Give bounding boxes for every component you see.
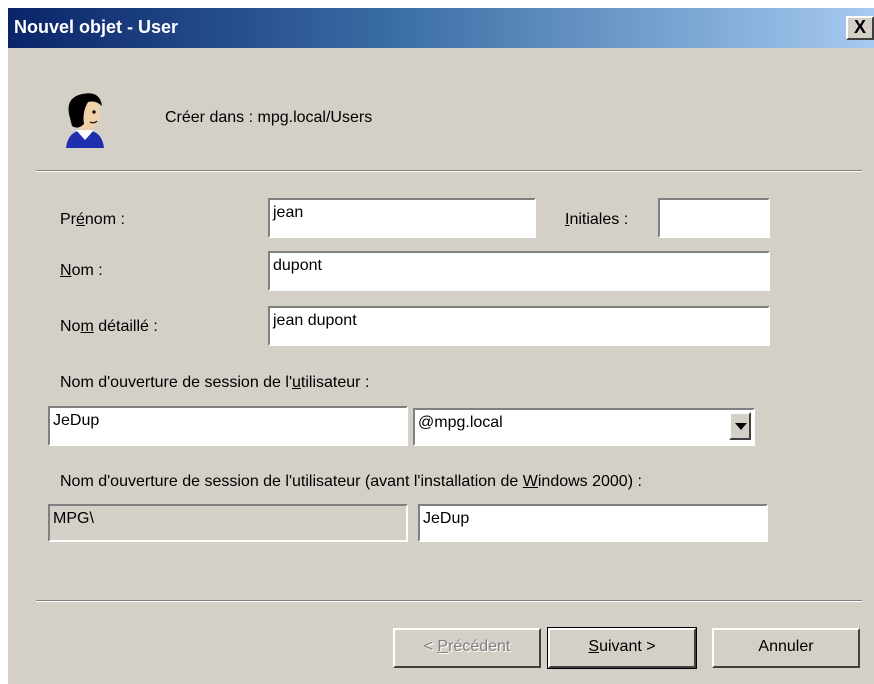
logon-name-label: Nom d'ouverture de session de l'utilisat… <box>60 374 370 391</box>
close-icon: X <box>853 17 866 37</box>
new-user-dialog: Nouvel objet - User X Créer dans : mpg.l… <box>8 8 874 684</box>
user-icon <box>66 93 104 148</box>
full-name-label: Nom détaillé : <box>60 318 158 335</box>
create-in-text: Créer dans : mpg.local/Users <box>165 109 372 127</box>
chevron-down-icon[interactable] <box>729 412 751 440</box>
title-bar[interactable]: Nouvel objet - User X <box>8 8 874 48</box>
pre-win2000-label: Nom d'ouverture de session de l'utilisat… <box>60 473 642 490</box>
top-separator <box>36 170 862 172</box>
pre-win2000-logon-input[interactable]: JeDup <box>418 504 768 542</box>
domain-select[interactable]: @mpg.local <box>413 408 755 446</box>
pre-win2000-domain-field: MPG\ <box>48 504 408 542</box>
cancel-button[interactable]: Annuler <box>712 628 860 668</box>
create-in-label: Créer dans : <box>165 109 254 126</box>
initials-label: Initiales : <box>565 211 629 228</box>
first-name-input[interactable]: jean <box>268 198 536 238</box>
close-button[interactable]: X <box>846 16 874 40</box>
initials-input[interactable] <box>658 198 770 238</box>
full-name-input[interactable]: jean dupont <box>268 306 770 346</box>
prenom-label: Prénom : <box>60 211 125 228</box>
bottom-separator <box>36 600 862 602</box>
back-button[interactable]: < Précédent <box>393 628 541 668</box>
next-button[interactable]: Suivant > <box>547 627 697 669</box>
create-in-path: mpg.local/Users <box>257 109 373 126</box>
last-name-input[interactable]: dupont <box>268 251 770 291</box>
window-title: Nouvel objet - User <box>14 17 179 37</box>
logon-name-input[interactable]: JeDup <box>48 406 408 446</box>
last-name-label: Nom : <box>60 262 103 279</box>
